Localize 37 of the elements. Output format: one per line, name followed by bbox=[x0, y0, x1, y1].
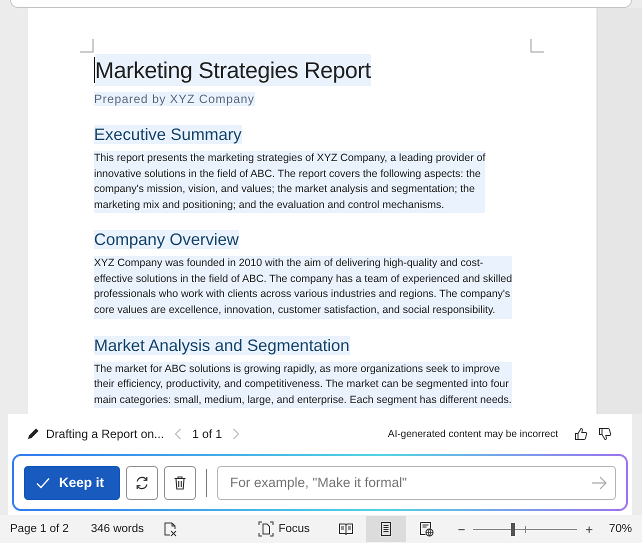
zoom-slider[interactable] bbox=[473, 522, 578, 536]
body-paragraph: This report presents the marketing strategies of XYZ Company, a leading provider of innovative solutions in the field of ABC. The report covers the following aspects: the company's mission, vision, and values; the market analysis and segmentation; the marketing mix and positioning; and the evaluation and control mechanisms. bbox=[94, 150, 486, 214]
delete-button[interactable] bbox=[164, 466, 196, 500]
section-heading: Market Analysis and Segmentation bbox=[94, 336, 350, 355]
refresh-icon bbox=[134, 474, 150, 491]
thumbs-up-icon[interactable] bbox=[572, 427, 590, 442]
document-subtitle: Prepared by XYZ Company bbox=[94, 92, 255, 106]
section-heading: Executive Summary bbox=[94, 124, 242, 144]
pencil-icon bbox=[26, 427, 40, 442]
trash-icon bbox=[172, 474, 188, 491]
regenerate-button[interactable] bbox=[126, 466, 158, 500]
crop-mark-icon bbox=[80, 38, 94, 53]
print-layout-button[interactable] bbox=[366, 516, 406, 542]
focus-icon bbox=[258, 521, 274, 538]
word-count[interactable]: 346 words bbox=[90, 523, 144, 536]
draft-title: Drafting a Report on... bbox=[46, 427, 164, 442]
keep-button[interactable]: Keep it bbox=[24, 466, 120, 500]
body-paragraph: XYZ Company was founded in 2010 with the aim of delivering high-quality and cost- effective solutions in the field of ABC. The company has a team of experienced and skilled professionals who work with clients across various industries and regions. The company's core values are excellence, innovation, customer satisfaction, and social responsibility. bbox=[94, 256, 512, 319]
thumbs-down-icon[interactable] bbox=[596, 427, 614, 442]
proofing-icon[interactable] bbox=[162, 521, 178, 538]
section-heading: Company Overview bbox=[94, 230, 239, 250]
zoom-out-button[interactable]: − bbox=[456, 522, 468, 537]
book-icon bbox=[338, 521, 354, 538]
body-paragraph: The market for ABC solutions is growing rapidly, as more organizations seek to improve their efficiency, productivity, and competitiveness. The market can be segmented into four main categories: small, medium, large, and enterprise. Each segment has different needs. bbox=[94, 362, 512, 408]
focus-button[interactable]: Focus bbox=[258, 521, 310, 538]
document-title: Marketing Strategies Report bbox=[95, 54, 371, 86]
prompt-input[interactable]: For example, "Make it formal" bbox=[217, 466, 616, 500]
pager-text: 1 of 1 bbox=[192, 427, 222, 442]
checkmark-icon bbox=[36, 476, 50, 489]
disclaimer-text: AI-generated content may be incorrect bbox=[388, 428, 558, 440]
zoom-thumb[interactable] bbox=[510, 522, 515, 536]
scrollbar[interactable] bbox=[597, 8, 642, 414]
zoom-level[interactable]: 70% bbox=[608, 523, 632, 536]
web-page-icon bbox=[418, 521, 434, 538]
zoom-in-button[interactable]: + bbox=[583, 522, 595, 537]
crop-mark-icon bbox=[530, 38, 544, 53]
page-count[interactable]: Page 1 of 2 bbox=[10, 523, 69, 536]
